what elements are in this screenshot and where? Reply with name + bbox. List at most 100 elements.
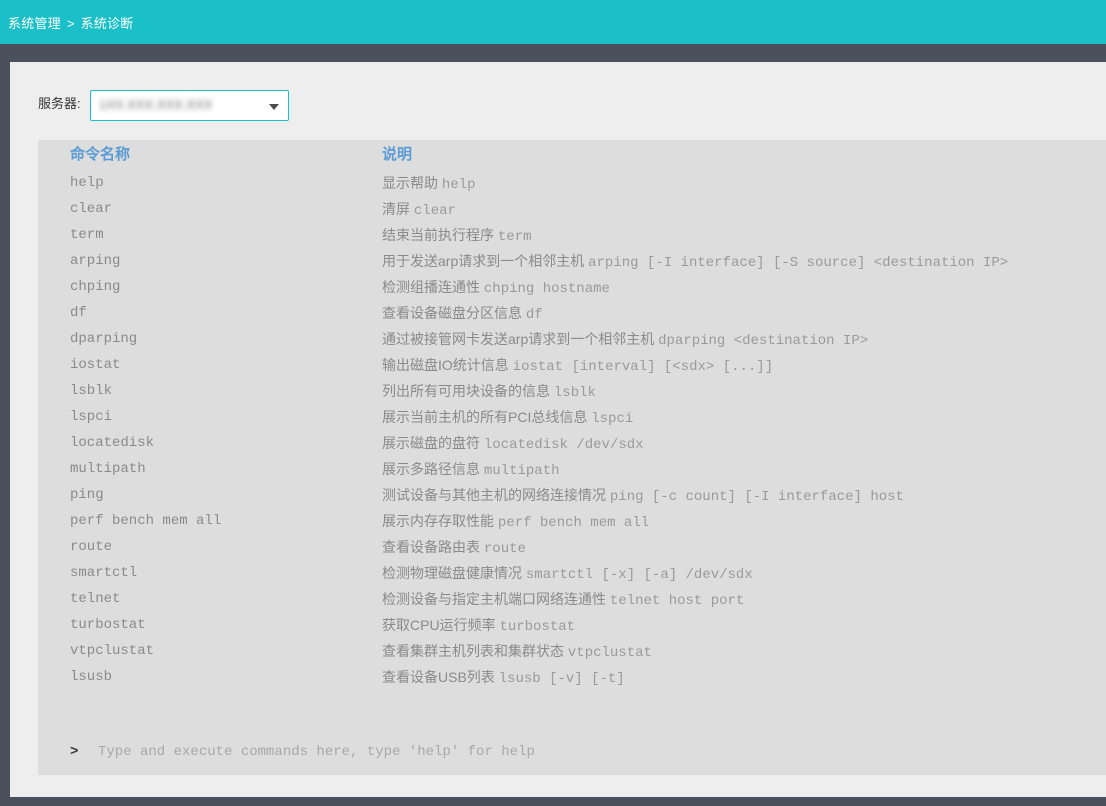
description-text: 获取CPU运行频率	[382, 617, 499, 633]
top-breadcrumb-bar: 系统管理>系统诊断	[0, 0, 1106, 44]
description-usage: turbostat	[499, 619, 575, 635]
command-description-cell: 测试设备与其他主机的网络连接情况 ping [-c count] [-I int…	[382, 482, 904, 510]
description-text: 查看设备磁盘分区信息	[382, 305, 526, 321]
command-description-cell: 查看设备路由表 route	[382, 534, 526, 562]
description-usage: clear	[414, 203, 456, 219]
description-usage: vtpclustat	[568, 645, 652, 661]
table-row: dparping 通过被接管网卡发送arp请求到一个相邻主机 dparping <…	[38, 326, 1106, 352]
command-description-cell: 检测组播连通性 chping hostname	[382, 274, 610, 302]
column-header-description: 说明	[382, 140, 412, 170]
command-table-body: 命令名称 说明 help显示帮助 helpclear清屏 clearterm结束…	[38, 140, 1106, 690]
command-name-cell: help	[70, 170, 104, 196]
command-name-cell: arping	[70, 248, 120, 274]
command-name-cell: df	[70, 300, 87, 326]
description-text: 输出磁盘IO统计信息	[382, 357, 513, 373]
command-name-cell: vtpclustat	[70, 638, 154, 664]
server-select-value: 1XX.XXX.XXX.XXX	[99, 97, 212, 112]
command-name-cell: clear	[70, 196, 112, 222]
table-row: term 结束当前执行程序 term	[38, 222, 1106, 248]
command-description-cell: 通过被接管网卡发送arp请求到一个相邻主机 dparping <destinat…	[382, 326, 868, 354]
breadcrumb-separator: >	[61, 16, 81, 31]
column-header-command: 命令名称	[70, 140, 130, 170]
breadcrumb-parent[interactable]: 系统管理	[8, 16, 61, 31]
command-description-cell: 检测物理磁盘健康情况 smartctl [-x] [-a] /dev/sdx	[382, 560, 753, 588]
description-text: 展示磁盘的盘符	[382, 435, 484, 451]
description-text: 检测物理磁盘健康情况	[382, 565, 526, 581]
command-name-cell: locatedisk	[70, 430, 154, 456]
description-text: 展示内存存取性能	[382, 513, 498, 529]
description-usage: chping hostname	[484, 281, 610, 297]
table-row: help显示帮助 help	[38, 170, 1106, 196]
description-usage: iostat [interval] [<sdx> [...]]	[513, 359, 773, 375]
command-name-cell: lsblk	[70, 378, 112, 404]
command-description-cell: 检测设备与指定主机端口网络连通性 telnet host port	[382, 586, 744, 614]
chevron-down-icon	[269, 104, 279, 110]
command-name-cell: route	[70, 534, 112, 560]
prompt-caret-icon: >	[70, 737, 78, 767]
command-description-cell: 查看设备USB列表 lsusb [-v] [-t]	[382, 664, 625, 692]
command-description-cell: 列出所有可用块设备的信息 lsblk	[382, 378, 596, 406]
command-prompt-row: >	[38, 737, 1106, 767]
description-usage: route	[484, 541, 526, 557]
server-select[interactable]: 1XX.XXX.XXX.XXX	[90, 90, 289, 121]
description-text: 用于发送arp请求到一个相邻主机	[382, 253, 588, 269]
description-text: 结束当前执行程序	[382, 227, 498, 243]
command-name-cell: multipath	[70, 456, 146, 482]
description-text: 测试设备与其他主机的网络连接情况	[382, 487, 610, 503]
description-usage: multipath	[484, 463, 560, 479]
breadcrumb-current: 系统诊断	[81, 16, 134, 31]
command-name-cell: lspci	[70, 404, 112, 430]
command-input[interactable]	[98, 737, 1078, 767]
description-usage: telnet host port	[610, 593, 744, 609]
command-description-cell: 查看设备磁盘分区信息 df	[382, 300, 543, 328]
command-description-cell: 输出磁盘IO统计信息 iostat [interval] [<sdx> [...…	[382, 352, 773, 380]
command-description-cell: 查看集群主机列表和集群状态 vtpclustat	[382, 638, 652, 666]
command-name-cell: turbostat	[70, 612, 146, 638]
command-name-cell: telnet	[70, 586, 120, 612]
command-description-cell: 展示内存存取性能 perf bench mem all	[382, 508, 649, 536]
description-usage: help	[442, 177, 476, 193]
description-usage: lsblk	[554, 385, 596, 401]
command-description-cell: 展示多路径信息 multipath	[382, 456, 560, 484]
command-name-cell: term	[70, 222, 104, 248]
table-row: telnet 检测设备与指定主机端口网络连通性 telnet host port	[38, 586, 1106, 612]
command-description-cell: 清屏 clear	[382, 196, 456, 224]
command-description-cell: 显示帮助 help	[382, 170, 476, 198]
description-usage: lspci	[591, 411, 633, 427]
table-row: clear清屏 clear	[38, 196, 1106, 222]
command-description-cell: 展示当前主机的所有PCI总线信息 lspci	[382, 404, 633, 432]
description-usage: ping [-c count] [-I interface] host	[610, 489, 904, 505]
command-name-cell: dparping	[70, 326, 137, 352]
description-usage: arping [-I interface] [-S source] <desti…	[588, 255, 1008, 271]
table-row: chping 检测组播连通性 chping hostname	[38, 274, 1106, 300]
table-row: lspci展示当前主机的所有PCI总线信息 lspci	[38, 404, 1106, 430]
description-text: 检测组播连通性	[382, 279, 484, 295]
table-header-row: 命令名称 说明	[38, 140, 1106, 170]
description-usage: locatedisk /dev/sdx	[484, 437, 644, 453]
table-row: iostat输出磁盘IO统计信息 iostat [interval] [<sdx…	[38, 352, 1106, 378]
description-usage: df	[526, 307, 543, 323]
table-row: ping测试设备与其他主机的网络连接情况 ping [-c count] [-I…	[38, 482, 1106, 508]
command-description-cell: 获取CPU运行频率 turbostat	[382, 612, 575, 640]
breadcrumb: 系统管理>系统诊断	[8, 13, 133, 32]
description-text: 通过被接管网卡发送arp请求到一个相邻主机	[382, 331, 658, 347]
description-text: 显示帮助	[382, 175, 442, 191]
description-usage: dparping <destination IP>	[658, 333, 868, 349]
table-row: locatedisk 展示磁盘的盘符 locatedisk /dev/sdx	[38, 430, 1106, 456]
description-text: 查看设备路由表	[382, 539, 484, 555]
description-text: 清屏	[382, 201, 414, 217]
command-name-cell: lsusb	[70, 664, 112, 690]
description-text: 查看集群主机列表和集群状态	[382, 643, 568, 659]
table-row: route查看设备路由表 route	[38, 534, 1106, 560]
description-usage: smartctl [-x] [-a] /dev/sdx	[526, 567, 753, 583]
table-row: lsblk列出所有可用块设备的信息 lsblk	[38, 378, 1106, 404]
table-row: smartctl检测物理磁盘健康情况 smartctl [-x] [-a] /d…	[38, 560, 1106, 586]
command-name-cell: chping	[70, 274, 120, 300]
command-description-cell: 结束当前执行程序 term	[382, 222, 532, 250]
description-usage: perf bench mem all	[498, 515, 649, 531]
table-row: arping 用于发送arp请求到一个相邻主机 arping [-I interf…	[38, 248, 1106, 274]
main-panel: 服务器: 1XX.XXX.XXX.XXX 命令名称 说明 help显示帮助 he…	[10, 62, 1106, 797]
server-selector-row: 服务器: 1XX.XXX.XXX.XXX	[10, 62, 1106, 140]
table-row: vtpclustat查看集群主机列表和集群状态 vtpclustat	[38, 638, 1106, 664]
table-row: df查看设备磁盘分区信息 df	[38, 300, 1106, 326]
